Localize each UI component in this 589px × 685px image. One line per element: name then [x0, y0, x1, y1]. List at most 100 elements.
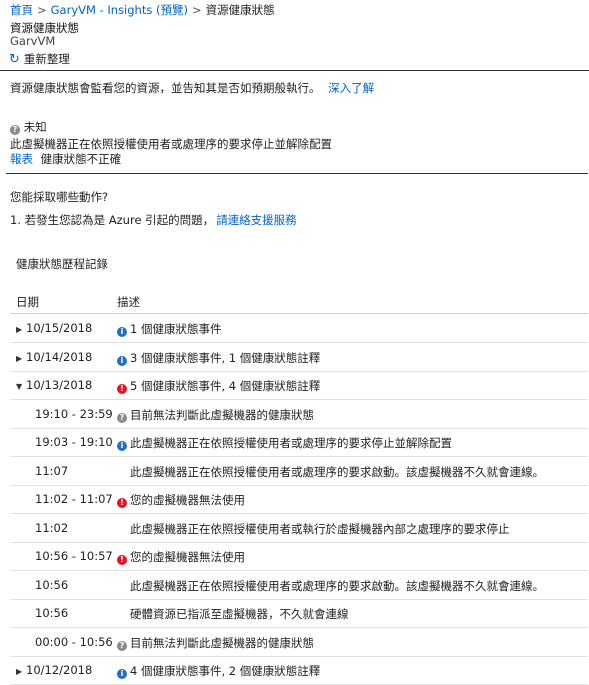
breadcrumb: 首頁 > GaryVM - Insights (預覽) > 資源健康狀態 — [10, 2, 275, 18]
report-line: 報表 健康狀態不正確 — [10, 151, 121, 167]
row-description-cell: 此虛擬機器正在依照授權使用者或執行於虛擬機器內部之處理序的要求停止 — [130, 521, 510, 537]
info-icon: i — [117, 327, 127, 337]
row-description: 4 個健康狀態事件, 2 個健康狀態註釋 — [130, 664, 321, 678]
refresh-icon: ↻ — [9, 52, 20, 67]
breadcrumb-app-link[interactable]: GaryVM - Insights (預覽) — [51, 3, 188, 17]
row-description-cell: ? 目前無法判斷此虛擬機器的健康狀態 — [117, 635, 314, 651]
row-date: 10/13/2018 — [26, 378, 93, 392]
history-event-row: 10:56 - 10:57! 您的虛擬機器無法使用 — [10, 542, 588, 571]
breadcrumb-current: 資源健康狀態 — [205, 3, 275, 17]
unknown-status-icon: ? — [117, 640, 127, 651]
row-date-cell: 10:56 — [35, 606, 68, 620]
row-description-cell: 此虛擬機器正在依照授權使用者或處理序的要求啟動。該虛擬機器不久就會連線。 — [130, 464, 544, 480]
error-icon: ! — [117, 384, 127, 394]
row-date-cell: 11:02 - 11:07 — [35, 492, 113, 506]
error-icon: ! — [117, 555, 127, 565]
history-title: 健康狀態歷程記錄 — [16, 257, 108, 271]
intro-text: 資源健康狀態會監看您的資源，並告知其是否如預期般執行。 — [10, 81, 321, 95]
history-event-row: 00:00 - 10:56? 目前無法判斷此虛擬機器的健康狀態 — [10, 628, 588, 657]
action-item-text: 1. 若發生您認為是 Azure 引起的問題， — [10, 213, 215, 227]
row-date: 19:10 - 23:59 — [35, 406, 113, 421]
row-date: 10/14/2018 — [26, 349, 93, 364]
column-header-date: 日期 — [16, 295, 39, 309]
history-event-row: 11:02 此虛擬機器正在依照授權使用者或執行於虛擬機器內部之處理序的要求停止 — [10, 514, 588, 543]
history-event-row: 10:56 此虛擬機器正在依照授權使用者或處理序的要求啟動。該虛擬機器不久就會連線… — [10, 571, 588, 600]
divider — [0, 70, 589, 71]
row-description: 此虛擬機器正在依照授權使用者或執行於虛擬機器內部之處理序的要求停止 — [130, 521, 510, 536]
row-date-cell: 10:56 — [35, 578, 68, 592]
expand-caret-icon[interactable]: ▶ — [16, 667, 24, 676]
row-date-cell: ▶ 10/12/2018 — [16, 663, 92, 677]
row-description: 目前無法判斷此虛擬機器的健康狀態 — [130, 407, 314, 422]
unknown-status-icon: ? — [117, 412, 127, 423]
expand-caret-icon[interactable]: ▶ — [16, 354, 24, 363]
row-date: 00:00 - 10:56 — [35, 634, 113, 649]
history-day-row[interactable]: ▶ 10/15/2018 i 1 個健康狀態事件 — [10, 314, 588, 343]
history-event-row: 19:03 - 19:10 i 此虛擬機器正在依照授權使用者或處理序的要求停止並解除… — [10, 428, 588, 457]
status-label: 未知 — [23, 120, 47, 134]
info-icon: i — [117, 441, 127, 451]
divider — [6, 173, 588, 174]
actions-heading: 您能採取哪些動作? — [10, 190, 109, 204]
history-day-row[interactable]: ▼ 10/13/2018! 5 個健康狀態事件, 4 個健康狀態註釋 — [10, 371, 588, 400]
contact-support-link[interactable]: 請連絡支援服務 — [216, 213, 297, 227]
row-description: 您的虛擬機器無法使用 — [130, 550, 245, 564]
refresh-button[interactable]: ↻ 重新整理 — [9, 51, 70, 67]
row-description-cell: ? 目前無法判斷此虛擬機器的健康狀態 — [117, 407, 314, 423]
row-description-cell: ! 5 個健康狀態事件, 4 個健康狀態註釋 — [117, 378, 320, 394]
row-description-cell: i1 個健康狀態事件 — [117, 321, 221, 337]
history-event-row: 11:07 此虛擬機器正在依照授權使用者或處理序的要求啟動。該虛擬機器不久就會連線… — [10, 457, 588, 486]
row-description: 您的虛擬機器無法使用 — [130, 493, 245, 507]
row-description-cell: 硬體資源已指派至虛擬機器，不久就會連線 — [130, 606, 349, 622]
column-header-description: 描述 — [117, 295, 140, 309]
report-text: 健康狀態不正確 — [40, 152, 122, 166]
history-event-row: 10:56 硬體資源已指派至虛擬機器，不久就會連線 — [10, 599, 588, 628]
row-description: 目前無法判斷此虛擬機器的健康狀態 — [130, 635, 314, 650]
row-description: 此虛擬機器正在依照授權使用者或處理序的要求停止並解除配置 — [130, 436, 452, 450]
row-description: 5 個健康狀態事件, 4 個健康狀態註釋 — [130, 379, 321, 393]
row-date-cell: ▶ 10/15/2018 — [16, 321, 92, 335]
row-description: 3 個健康狀態事件, 1 個健康狀態註釋 — [130, 350, 321, 365]
row-date: 10:56 - 10:57 — [35, 549, 113, 563]
learn-more-link[interactable]: 深入了解 — [328, 81, 374, 95]
row-date-cell: 19:03 - 19:10 — [35, 435, 113, 449]
row-description-cell: 此虛擬機器正在依照授權使用者或處理序的要求啟動。該虛擬機器不久就會連線。 — [130, 578, 544, 594]
row-date: 11:02 — [35, 520, 69, 535]
page: 首頁 > GaryVM - Insights (預覽) > 資源健康狀態 資源健康狀態 … — [0, 0, 589, 685]
refresh-label: 重新整理 — [23, 52, 70, 66]
row-date-cell: 11:02 — [35, 521, 68, 535]
row-date-cell: 00:00 - 10:56 — [35, 635, 113, 649]
collapse-caret-icon[interactable]: ▼ — [16, 382, 24, 391]
history-event-row: 11:02 - 11:07! 您的虛擬機器無法使用 — [10, 485, 588, 514]
page-subtitle: GarvVM — [10, 34, 56, 48]
row-description: 硬體資源已指派至虛擬機器，不久就會連線 — [130, 607, 349, 621]
status-line: ? 未知 — [10, 119, 47, 135]
row-description-cell: ! 您的虛擬機器無法使用 — [117, 549, 245, 565]
unknown-status-icon: ? — [10, 125, 20, 135]
history-event-row: 19:10 - 23:59? 目前無法判斷此虛擬機器的健康狀態 — [10, 400, 588, 429]
row-description-cell: i 此虛擬機器正在依照授權使用者或處理序的要求停止並解除配置 — [117, 435, 452, 451]
row-description-cell: ! 您的虛擬機器無法使用 — [117, 492, 245, 508]
row-date-cell: 11:07 — [35, 464, 68, 478]
row-description: 1 個健康狀態事件 — [130, 322, 222, 336]
error-icon: ! — [117, 498, 127, 508]
history-day-row[interactable]: ▶ 10/14/2018 i 3 個健康狀態事件, 1 個健康狀態註釋 — [10, 343, 588, 372]
row-description-cell: i3 個健康狀態事件, 1 個健康狀態註釋 — [117, 350, 320, 366]
row-date: 10/12/2018 — [26, 663, 93, 677]
row-description: 此虛擬機器正在依照授權使用者或處理序的要求啟動。該虛擬機器不久就會連線。 — [130, 464, 544, 479]
row-date-cell: ▼ 10/13/2018 — [16, 378, 92, 392]
breadcrumb-separator: > — [191, 3, 202, 17]
intro-text-line: 資源健康狀態會監看您的資源，並告知其是否如預期般執行。 深入了解 — [10, 80, 374, 96]
breadcrumb-separator: > — [37, 3, 47, 17]
row-date: 10/15/2018 — [26, 321, 93, 335]
row-date: 10:56 — [35, 606, 69, 620]
history-day-row[interactable]: ▶ 10/12/2018 i 4 個健康狀態事件, 2 個健康狀態註釋 — [10, 656, 588, 685]
row-date: 11:02 - 11:07 — [35, 492, 113, 506]
row-description-cell: i4 個健康狀態事件, 2 個健康狀態註釋 — [117, 663, 320, 679]
breadcrumb-home-link[interactable]: 首頁 — [10, 3, 33, 17]
report-link[interactable]: 報表 — [10, 152, 33, 166]
status-message: 此虛擬機器正在依照授權使用者或處理序的要求停止並解除配置 — [10, 137, 332, 151]
expand-caret-icon[interactable]: ▶ — [16, 325, 24, 334]
info-icon: i — [117, 355, 127, 366]
row-date-cell: ▶ 10/14/2018 — [16, 350, 92, 364]
